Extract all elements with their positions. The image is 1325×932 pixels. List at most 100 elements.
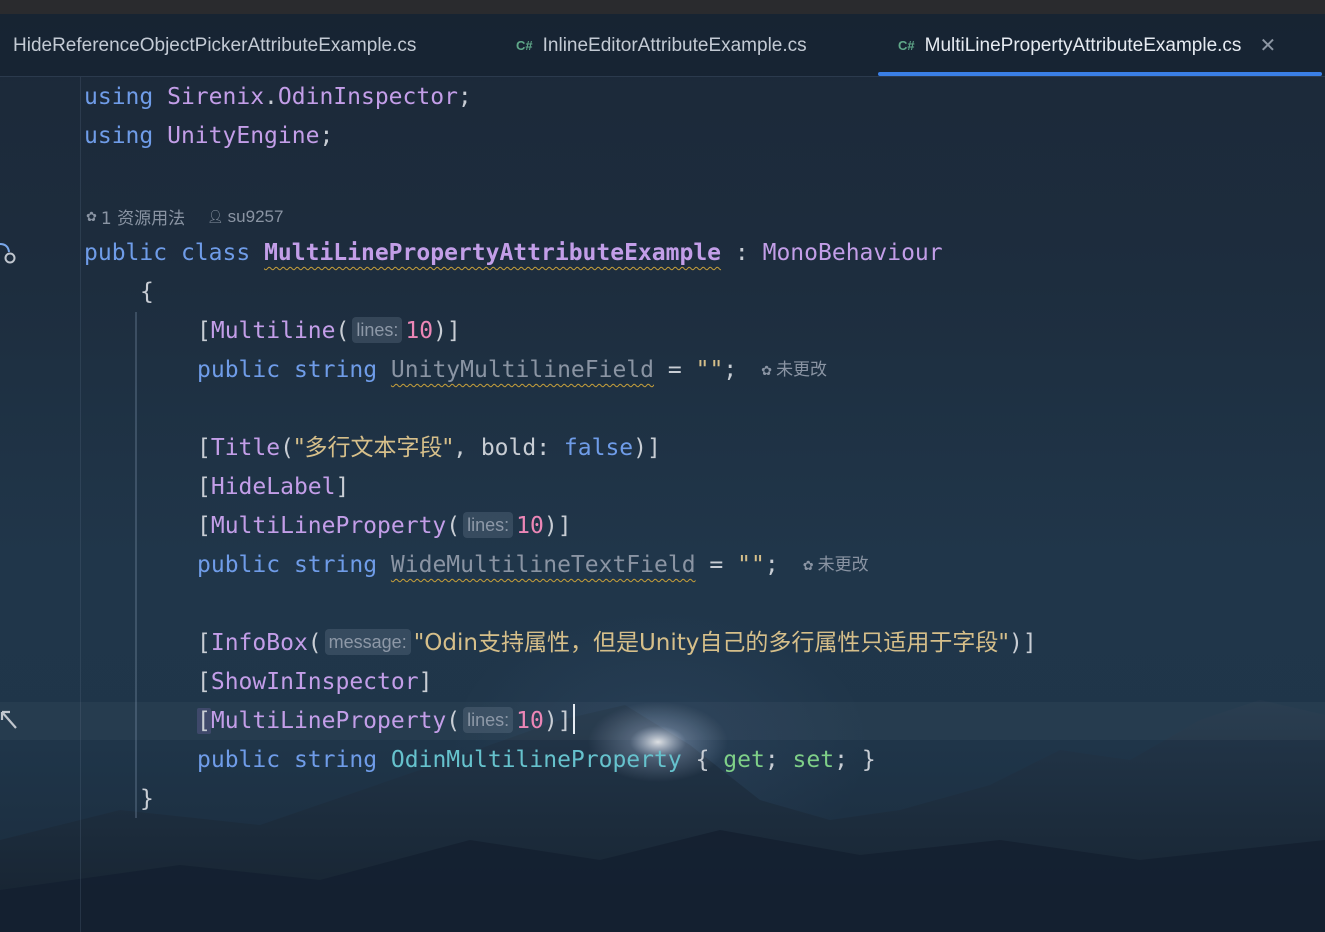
- attribute-name: InfoBox: [210, 630, 308, 656]
- code-line-close-brace[interactable]: }: [140, 780, 154, 819]
- punct: (: [280, 435, 294, 461]
- punct: (: [446, 708, 461, 734]
- punct: ;: [723, 357, 738, 383]
- status-text: 未更改: [817, 555, 869, 575]
- attribute-name: ShowInInspector: [210, 669, 419, 695]
- usages-link[interactable]: 1 资源用法: [101, 204, 185, 229]
- parameter-hint: lines:: [352, 317, 403, 343]
- tab-multiline-property[interactable]: C# MultiLinePropertyAttributeExample.cs …: [898, 14, 1276, 77]
- implements-gutter-icon[interactable]: [0, 240, 18, 273]
- punct: [: [197, 435, 211, 461]
- field-name: UnityMultilineField: [390, 357, 655, 383]
- serialized-status: ✿ 未更改: [761, 351, 827, 390]
- tab-label: InlineEditorAttributeExample.cs: [542, 34, 807, 56]
- code-line-property[interactable]: public string OdinMultilineProperty { ge…: [197, 741, 876, 780]
- window-top-strip: [0, 0, 1325, 14]
- punct: (: [446, 513, 461, 539]
- punct: [: [197, 708, 211, 734]
- text-caret: [572, 704, 575, 734]
- keyword: false: [563, 435, 634, 461]
- attribute-name: Multiline: [210, 318, 336, 344]
- punct: [: [197, 513, 211, 539]
- punct: {: [695, 747, 710, 773]
- punct: =: [709, 552, 724, 578]
- brace: }: [140, 786, 154, 812]
- punct: ;: [764, 552, 779, 578]
- code-line-infobox-attr[interactable]: [InfoBox(message: "Odin支持属性，但是Unity自己的多行属…: [197, 624, 1037, 663]
- punct: .: [264, 84, 278, 110]
- punct: [: [197, 474, 211, 500]
- punct: }: [861, 747, 876, 773]
- tab-label: HideReferenceObjectPickerAttributeExampl…: [13, 34, 417, 56]
- keyword: using: [84, 84, 154, 110]
- punct: ;: [834, 747, 848, 773]
- keyword: public: [197, 747, 281, 773]
- serialized-status: ✿ 未更改: [803, 546, 869, 585]
- code-line-unity-field[interactable]: public string UnityMultilineField = ""; ✿…: [197, 351, 827, 390]
- punct: ;: [319, 123, 334, 149]
- punct: [: [197, 630, 211, 656]
- unity-icon: ✿: [761, 363, 773, 378]
- number-literal: 10: [516, 708, 544, 734]
- accessor: get: [723, 747, 765, 773]
- code-line-showininspector-attr[interactable]: [ShowInInspector]: [197, 663, 432, 702]
- code-line-title-attr[interactable]: [Title("多行文本字段", bold: false)]: [197, 429, 661, 468]
- intention-bulb-icon[interactable]: [0, 706, 20, 739]
- author-name[interactable]: su9257: [228, 207, 284, 227]
- attribute-name: MultiLineProperty: [210, 708, 447, 734]
- accessor: set: [792, 747, 835, 773]
- parameter-hint: lines:: [463, 512, 514, 538]
- code-line-class-decl[interactable]: public class MultiLinePropertyAttributeE…: [84, 234, 943, 273]
- punct: :: [734, 240, 749, 266]
- parameter-hint: lines:: [463, 707, 514, 733]
- code-line-hidelabel-attr[interactable]: [HideLabel]: [197, 468, 349, 507]
- punct: )]: [543, 513, 572, 539]
- punct: (: [307, 630, 322, 656]
- keyword: string: [293, 357, 378, 383]
- number-literal: 10: [516, 513, 544, 539]
- editor-tab-bar: HideReferenceObjectPickerAttributeExampl…: [0, 14, 1325, 77]
- string-literal: "": [695, 357, 724, 383]
- keyword: string: [293, 552, 378, 578]
- punct: ]: [418, 669, 433, 695]
- unity-icon: ✿: [802, 558, 814, 573]
- keyword: public: [197, 552, 281, 578]
- parameter-hint: message:: [324, 629, 411, 655]
- punct: [: [197, 669, 211, 695]
- attribute-name: Title: [210, 435, 281, 461]
- string-literal: "多行文本字段": [293, 435, 454, 461]
- tab-label: MultiLinePropertyAttributeExample.cs: [924, 34, 1242, 56]
- brace: {: [140, 279, 154, 305]
- indent-guide: [135, 312, 137, 818]
- base-class: MonoBehaviour: [762, 240, 943, 266]
- punct: )]: [433, 318, 461, 344]
- code-line-using-odin[interactable]: using Sirenix.OdinInspector;: [84, 78, 472, 117]
- punct: ]: [335, 474, 350, 500]
- csharp-file-icon: C#: [516, 38, 533, 53]
- author-icon: 👤︎: [207, 208, 224, 224]
- code-line-wide-field[interactable]: public string WideMultilineTextField = "…: [197, 546, 869, 585]
- code-line-open-brace[interactable]: {: [140, 273, 154, 312]
- code-lens: ✿ 1 资源用法 👤︎ su9257: [86, 204, 284, 230]
- punct: )]: [1008, 630, 1037, 656]
- code-line-using-unity[interactable]: using UnityEngine;: [84, 117, 333, 156]
- tab-inline-editor[interactable]: C# InlineEditorAttributeExample.cs: [516, 14, 807, 77]
- field-name: WideMultilineTextField: [390, 552, 696, 578]
- code-line-current-attr[interactable]: [MultiLineProperty(lines: 10)]: [197, 702, 575, 741]
- keyword: using: [84, 123, 154, 149]
- namespace: UnityEngine: [167, 123, 320, 149]
- keyword: public: [197, 357, 281, 383]
- punct: )]: [633, 435, 661, 461]
- namespace: OdinInspector: [277, 84, 458, 110]
- close-icon[interactable]: ✕: [1259, 33, 1276, 58]
- code-line-multiline-attr[interactable]: [Multiline(lines: 10)]: [197, 312, 461, 351]
- string-literal: "": [737, 552, 765, 578]
- attribute-name: MultiLineProperty: [210, 513, 447, 539]
- active-tab-indicator: [878, 72, 1322, 76]
- keyword: class: [180, 240, 251, 266]
- keyword: public: [84, 240, 168, 266]
- property-name: OdinMultilineProperty: [390, 747, 682, 773]
- code-line-multilineproperty-attr[interactable]: [MultiLineProperty(lines: 10)]: [197, 507, 572, 546]
- string-literal: "Odin支持属性，但是Unity自己的多行属性只适用于字段": [413, 630, 1009, 656]
- tab-hide-reference-object-picker[interactable]: HideReferenceObjectPickerAttributeExampl…: [0, 14, 416, 77]
